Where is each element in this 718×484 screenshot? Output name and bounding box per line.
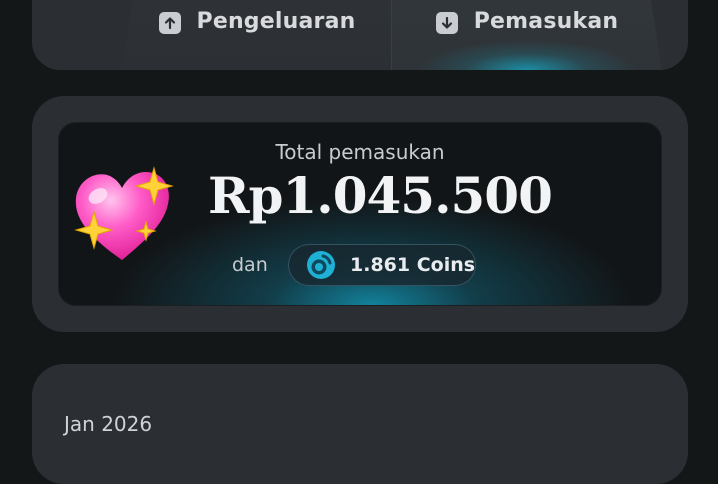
coins-badge[interactable]: 1.861 Coins [288,244,476,286]
tab-label: Pemasukan [473,9,619,34]
tab-pengeluaran[interactable]: Pengeluaran [122,0,392,70]
month-header: Jan 2026 [64,412,153,436]
tab-label: Pengeluaran [196,9,356,34]
total-label: Total pemasukan [275,140,445,164]
arrow-down-icon [436,12,458,34]
arrow-up-icon [158,12,181,34]
tab-pemasukan[interactable]: Pemasukan [392,0,662,70]
transactions-card: Jan 2026 [32,364,688,484]
coins-amount: 1.861 Coins [350,254,476,276]
tab-bar: Pengeluaran Pemasukan [122,0,662,70]
coin-icon [307,251,335,279]
sparkling-heart-icon [74,166,174,260]
type-tabs: Pengeluaran Pemasukan [32,0,688,70]
tab-divider [391,0,392,70]
and-label: dan [232,254,268,276]
total-amount: Rp1.045.500 [208,166,553,225]
